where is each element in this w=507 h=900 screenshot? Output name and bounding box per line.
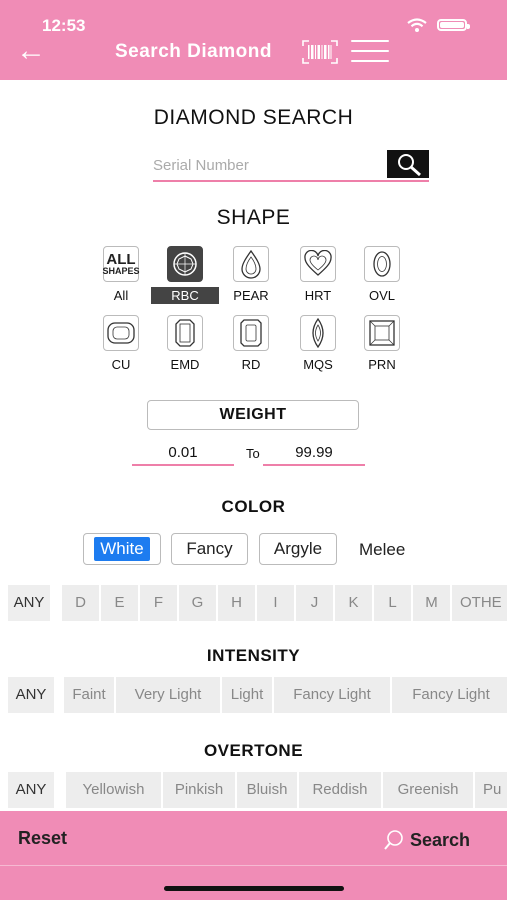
- emerald-icon: [167, 315, 203, 351]
- intensity-chip[interactable]: Light: [222, 677, 272, 713]
- serial-search-button[interactable]: [387, 150, 429, 178]
- search-button-label: Search: [410, 829, 471, 850]
- grade-chip[interactable]: J: [296, 585, 333, 621]
- all-icon-top: ALL: [106, 250, 136, 268]
- page-title: DIAMOND SEARCH: [153, 106, 354, 129]
- intensity-chip[interactable]: Faint: [64, 677, 114, 713]
- cushion-icon: [103, 315, 139, 351]
- shape-label: HRT: [304, 288, 332, 303]
- round-brilliant-icon: [167, 246, 203, 282]
- serial-search-field: [153, 150, 429, 182]
- all-shapes-icon: ALL SHAPES: [102, 246, 140, 282]
- grade-chip[interactable]: F: [140, 585, 177, 621]
- search-icon: [398, 154, 421, 177]
- shape-oval[interactable]: OVL: [352, 246, 412, 303]
- grade-chip[interactable]: G: [179, 585, 216, 621]
- shape-label: EMD: [170, 357, 200, 372]
- color-type-fancy[interactable]: Fancy: [171, 533, 248, 565]
- shape-pear[interactable]: PEAR: [221, 246, 281, 303]
- shape-label: RD: [241, 357, 261, 372]
- shape-label: CU: [111, 357, 131, 372]
- intensity-chip[interactable]: Very Light: [116, 677, 220, 713]
- shape-all[interactable]: ALL SHAPES All: [91, 246, 151, 303]
- shape-label: OVL: [368, 288, 395, 303]
- overtone-chip[interactable]: Pinkish: [163, 772, 235, 808]
- grade-chip[interactable]: I: [257, 585, 294, 621]
- overtone-heading: OVERTONE: [203, 741, 304, 760]
- wifi-icon: [407, 18, 427, 32]
- shape-cushion[interactable]: CU: [91, 315, 151, 372]
- grade-chip[interactable]: E: [101, 585, 138, 621]
- princess-icon: [364, 315, 400, 351]
- overtone-chip[interactable]: Yellowish: [66, 772, 161, 808]
- shape-radiant[interactable]: RD: [221, 315, 281, 372]
- overtone-chip[interactable]: Reddish: [299, 772, 381, 808]
- intensity-chip[interactable]: Fancy Light: [274, 677, 390, 713]
- shape-label: RBC: [151, 287, 219, 304]
- grade-chip[interactable]: OTHE: [452, 585, 507, 621]
- weight-to-input[interactable]: 99.99: [263, 444, 365, 466]
- overtone-chip[interactable]: Greenish: [383, 772, 473, 808]
- overtone-chip[interactable]: ANY: [8, 772, 54, 808]
- serial-number-input[interactable]: [153, 154, 383, 176]
- reset-button[interactable]: Reset: [18, 828, 67, 849]
- status-time: 12:53: [42, 16, 86, 35]
- grade-chip[interactable]: K: [335, 585, 372, 621]
- oval-icon: [364, 246, 400, 282]
- menu-icon[interactable]: [351, 40, 389, 64]
- all-icon-bottom: SHAPES: [102, 265, 140, 276]
- back-arrow-icon[interactable]: ←: [16, 36, 46, 66]
- intensity-heading: INTENSITY: [206, 646, 301, 665]
- grade-chip[interactable]: L: [374, 585, 411, 621]
- color-type-melee[interactable]: Melee: [359, 540, 405, 560]
- weight-to-label: To: [246, 446, 260, 461]
- shape-emerald[interactable]: EMD: [155, 315, 215, 372]
- marquise-icon: [300, 315, 336, 351]
- overtone-row: ANY Yellowish Pinkish Bluish Reddish Gre…: [0, 772, 507, 808]
- color-heading: COLOR: [221, 497, 286, 516]
- overtone-chip[interactable]: Pu: [475, 772, 507, 808]
- grade-chip[interactable]: H: [218, 585, 255, 621]
- shape-rbc[interactable]: RBC: [151, 246, 219, 304]
- pear-icon: [233, 246, 269, 282]
- intensity-row: ANY Faint Very Light Light Fancy Light F…: [0, 677, 507, 713]
- color-type-argyle[interactable]: Argyle: [259, 533, 337, 565]
- shape-marquise[interactable]: MQS: [288, 315, 348, 372]
- bottom-divider: [0, 865, 507, 866]
- shape-heading: SHAPE: [216, 206, 291, 229]
- top-bar: 12:53 ← Search Diamond: [0, 0, 507, 80]
- heart-icon: [300, 246, 336, 282]
- color-type-white[interactable]: White: [83, 533, 161, 565]
- color-grade-row: ANY D E F G H I J K L M OTHE: [0, 585, 507, 621]
- shape-princess[interactable]: PRN: [352, 315, 412, 372]
- radiant-icon: [233, 315, 269, 351]
- weight-heading-button[interactable]: WEIGHT: [147, 400, 359, 430]
- grade-chip[interactable]: M: [413, 585, 450, 621]
- overtone-chip[interactable]: Bluish: [237, 772, 297, 808]
- intensity-chip[interactable]: Fancy Light: [392, 677, 507, 713]
- battery-icon: [437, 19, 470, 31]
- intensity-chip[interactable]: ANY: [8, 677, 54, 713]
- nav-title: Search Diamond: [115, 41, 272, 62]
- shape-label: MQS: [303, 357, 333, 372]
- shape-label: PRN: [368, 357, 396, 372]
- shape-label: PEAR: [233, 288, 269, 303]
- shape-label: All: [113, 288, 129, 303]
- search-icon: [384, 830, 403, 850]
- color-type-label: White: [94, 537, 150, 561]
- shape-heart[interactable]: HRT: [288, 246, 348, 303]
- search-button[interactable]: Search: [384, 828, 470, 852]
- barcode-scan-icon[interactable]: [302, 40, 338, 64]
- weight-from-input[interactable]: 0.01: [132, 444, 234, 466]
- grade-chip[interactable]: D: [62, 585, 99, 621]
- status-icons: [407, 18, 470, 32]
- grade-chip[interactable]: ANY: [8, 585, 50, 621]
- home-indicator: [164, 886, 344, 891]
